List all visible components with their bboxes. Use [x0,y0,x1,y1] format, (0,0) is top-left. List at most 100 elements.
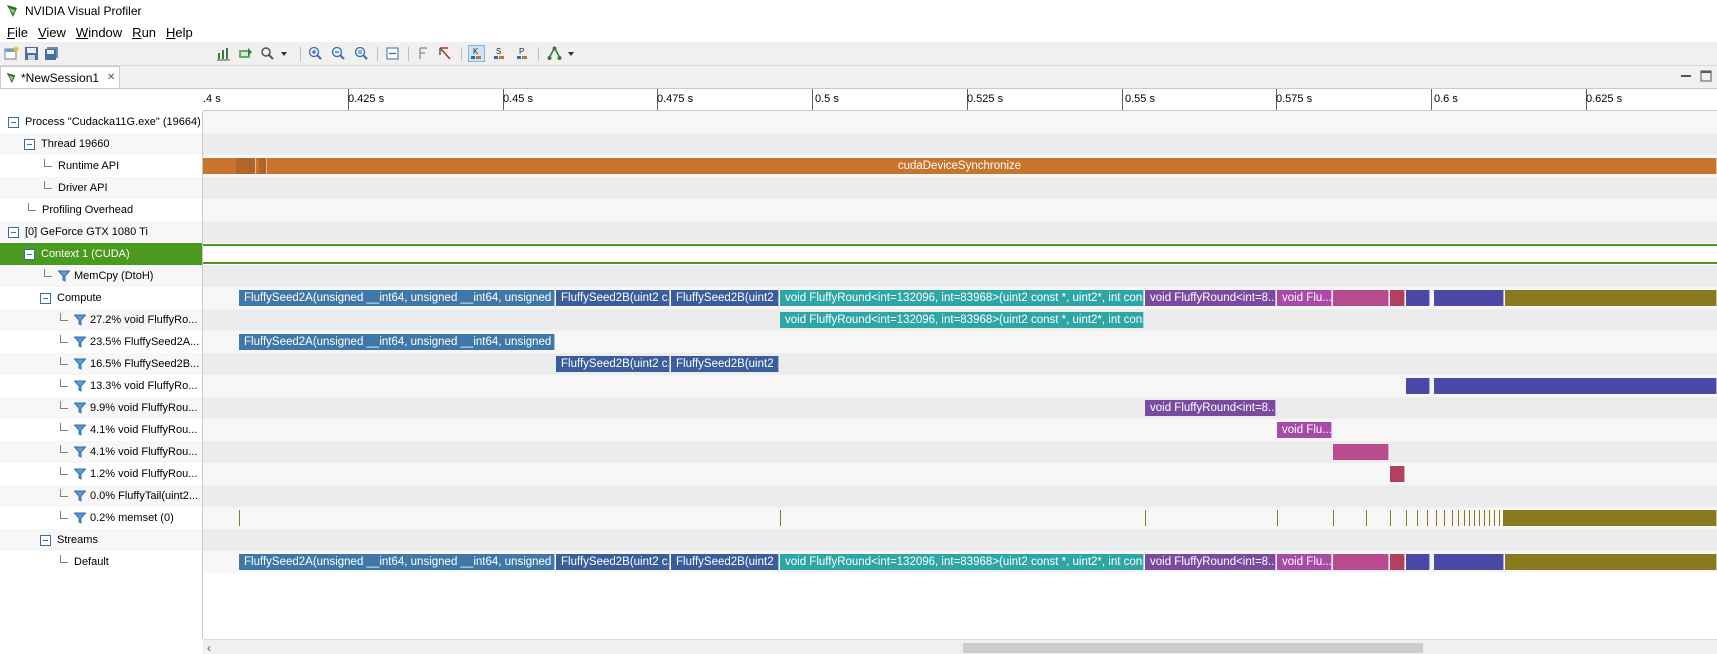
kernel-bar[interactable] [1406,554,1430,570]
zoom-fit-icon[interactable] [353,45,370,62]
kernel-bar[interactable] [1390,554,1405,570]
kernel-bar[interactable] [1505,554,1717,570]
pointer-icon[interactable] [437,45,454,62]
new-session-icon[interactable] [3,45,20,62]
memset-mark[interactable] [1427,510,1428,526]
kernel-bar[interactable] [1434,290,1504,306]
filter-icon[interactable] [74,402,86,414]
kernel-bar[interactable]: FluffySeed2A(unsigned __int64, unsigned … [239,290,555,306]
stream-view-icon[interactable]: S [491,45,508,62]
memset-mark[interactable] [1436,510,1437,526]
filter-icon[interactable] [74,314,86,326]
kernel-bar[interactable]: FluffySeed2B(uint2 ... [671,554,779,570]
scroll-left-icon[interactable]: ‹ [207,641,211,654]
api-call-bar[interactable] [259,158,267,174]
filter-icon[interactable] [74,512,86,524]
close-icon[interactable]: ✕ [107,72,115,83]
kernel-bar[interactable]: FluffySeed2B(uint2 c... [556,290,670,306]
api-call-bar[interactable]: cudaDeviceSynchronize [203,158,1717,174]
filter-icon[interactable] [74,424,86,436]
kernel-bar[interactable]: void FluffyRound<int=8... [1145,554,1276,570]
tree-row-default-stream[interactable]: Default [0,551,202,573]
menu-window[interactable]: Window [71,25,127,40]
memset-mark[interactable] [1469,510,1470,526]
memset-mark[interactable] [1145,510,1146,526]
kernel-bar[interactable]: void FluffyRound<int=8... [1145,400,1276,416]
memset-bar[interactable] [1503,510,1717,526]
memset-mark[interactable] [1390,510,1391,526]
collapse-icon[interactable] [384,45,401,62]
filter-icon[interactable] [74,446,86,458]
kernel-bar[interactable] [1434,378,1717,394]
filter-icon[interactable] [58,270,70,282]
save-icon[interactable] [23,45,40,62]
tree-row-driver-api[interactable]: Driver API [0,177,202,199]
memset-mark[interactable] [780,510,781,526]
analysis-icon[interactable] [546,45,563,62]
kernel-bar[interactable] [1333,554,1389,570]
kernel-bar[interactable]: FluffySeed2B(uint2 c... [556,356,670,372]
kernel-bar[interactable]: FluffySeed2A(unsigned __int64, unsigned … [239,554,555,570]
minimize-icon[interactable] [1680,70,1692,82]
menu-run[interactable]: Run [127,25,161,40]
api-call-bar[interactable] [236,158,256,174]
tree-row-memset[interactable]: 0.2% memset (0) [0,507,202,529]
filter-icon[interactable] [74,358,86,370]
tree-row-kernel[interactable]: 9.9% void FluffyRou... [0,397,202,419]
memset-mark[interactable] [1458,510,1459,526]
timeline-lanes[interactable]: cudaDeviceSynchronize FluffySeed2A(unsig… [203,111,1717,639]
collapse-icon[interactable] [40,292,51,304]
memset-mark[interactable] [1499,510,1500,526]
kernel-bar[interactable]: FluffySeed2B(uint2 ... [671,290,779,306]
tree-row-context[interactable]: Context 1 (CUDA) [0,243,202,265]
zoom-out-icon[interactable] [330,45,347,62]
collapse-icon[interactable] [24,248,35,260]
memset-mark[interactable] [1366,510,1367,526]
menu-view[interactable]: View [33,25,71,40]
kernel-bar[interactable]: void Flu... [1277,554,1332,570]
kernel-bar[interactable]: void FluffyRound<int=132096, int=83968>(… [780,312,1144,328]
kernel-bar[interactable]: void Flu... [1277,422,1332,438]
kernel-bar[interactable]: FluffySeed2B(uint2 ... [671,356,779,372]
tree-row-kernel[interactable]: 4.1% void FluffyRou... [0,419,202,441]
kernel-bar[interactable] [1333,290,1389,306]
search-icon[interactable] [259,45,276,62]
menu-file[interactable]: File [2,25,33,40]
tree-row-streams[interactable]: Streams [0,529,202,551]
process-view-icon[interactable]: P [514,45,531,62]
collapse-icon[interactable] [8,116,19,128]
dropdown-icon[interactable] [279,45,289,62]
scrollbar-thumb[interactable] [963,643,1423,653]
memset-mark[interactable] [1479,510,1480,526]
memset-mark[interactable] [1452,510,1453,526]
tree-row-kernel[interactable]: 0.0% FluffyTail(uint2... [0,485,202,507]
filter-icon[interactable] [74,468,86,480]
collapse-icon[interactable] [40,534,51,546]
kernel-bar[interactable] [1390,290,1405,306]
zoom-in-icon[interactable] [307,45,324,62]
tab-newsession1[interactable]: *NewSession1 ✕ [0,66,120,88]
memset-mark[interactable] [239,510,240,526]
tree-row-compute[interactable]: Compute [0,287,202,309]
tree-row-process[interactable]: Process "Cudacka11G.exe" (19664) [0,111,202,133]
kernel-bar[interactable] [1333,444,1389,460]
tree-row-thread[interactable]: Thread 19660 [0,133,202,155]
memset-mark[interactable] [1444,510,1445,526]
memset-mark[interactable] [1474,510,1475,526]
time-ruler[interactable]: .4 s 0.425 s 0.45 s 0.475 s 0.5 s 0.525 … [203,89,1717,111]
kernel-bar[interactable] [1406,290,1430,306]
filter-icon[interactable] [74,336,86,348]
filter-icon[interactable] [74,490,86,502]
maximize-icon[interactable] [1700,70,1712,82]
kernel-bar[interactable]: void FluffyRound<int=8... [1145,290,1276,306]
memset-mark[interactable] [1464,510,1465,526]
memset-mark[interactable] [1406,510,1407,526]
filter-icon[interactable] [74,380,86,392]
memset-mark[interactable] [1494,510,1495,526]
tree-row-kernel[interactable]: 27.2% void FluffyRo... [0,309,202,331]
memset-mark[interactable] [1333,510,1334,526]
filter-icon[interactable] [415,45,432,62]
import-icon[interactable] [237,45,254,62]
dropdown-icon[interactable] [566,45,576,62]
kernel-bar[interactable] [1505,290,1717,306]
